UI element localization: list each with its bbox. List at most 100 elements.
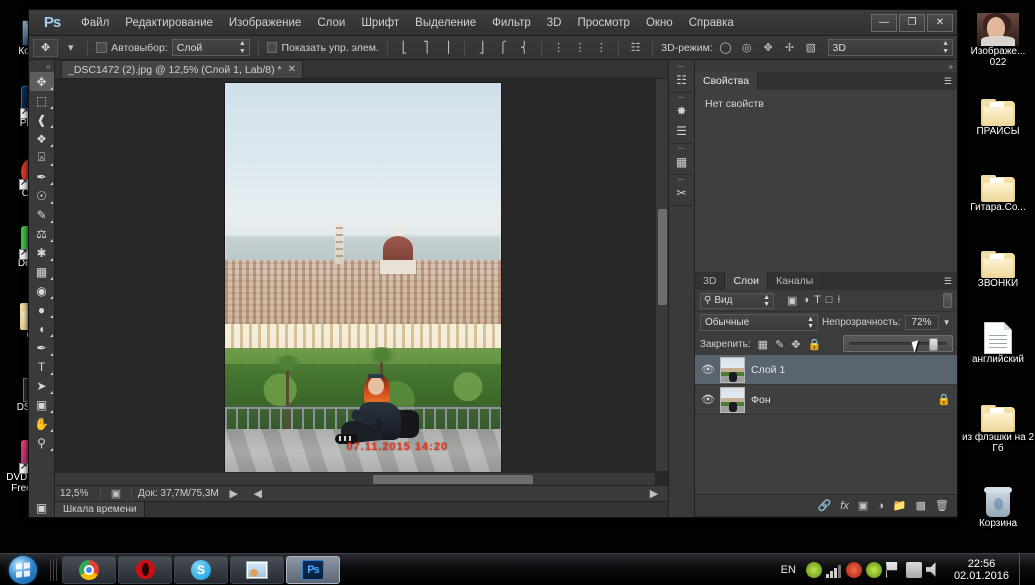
tool-preset-chevron-down-icon[interactable]: ▾	[62, 39, 79, 57]
tray-network-icon[interactable]	[825, 561, 842, 578]
opacity-slider-popup[interactable]	[843, 335, 953, 352]
menu-type[interactable]: Шрифт	[353, 13, 407, 33]
scrollbar-thumb[interactable]	[373, 475, 533, 484]
menu-select[interactable]: Выделение	[407, 13, 484, 33]
history-panel-icon[interactable]: ☷	[671, 70, 693, 90]
layer-thumbnail[interactable]	[720, 386, 745, 413]
tool-blur[interactable]: ●	[30, 300, 54, 319]
document-tab[interactable]: _DSC1472 (2).jpg @ 12,5% (Слой 1, Lab/8)…	[61, 60, 304, 78]
tool-history-brush[interactable]: ✱	[30, 243, 54, 262]
show-desktop-button[interactable]	[1019, 553, 1029, 585]
pixel-filter-icon[interactable]: ▣	[787, 294, 797, 307]
tray-shield-icon[interactable]	[865, 561, 882, 578]
status-play-icon[interactable]: ▶	[225, 485, 243, 503]
tray-eject-icon[interactable]	[905, 561, 922, 578]
lock-all-icon[interactable]: 🔒	[808, 338, 822, 351]
opacity-slider-knob[interactable]	[929, 338, 939, 351]
layer-visibility-eye-icon[interactable]: 👁	[701, 393, 715, 406]
workspace-dropdown[interactable]: 3D ▲ ▼	[827, 39, 954, 56]
menu-image[interactable]: Изображение	[221, 13, 309, 33]
distribute-right-icon[interactable]: ⋮	[593, 39, 610, 57]
close-button[interactable]: ✕	[927, 13, 953, 32]
tab-3d[interactable]: 3D	[695, 272, 726, 290]
brush-panel-icon[interactable]: ✸	[671, 101, 693, 121]
menu-window[interactable]: Окно	[638, 13, 681, 33]
tool-rectangle[interactable]: ▣	[30, 395, 54, 414]
tool-zoom[interactable]: ⚲	[30, 433, 54, 452]
taskbar-button-chrome[interactable]	[62, 555, 116, 584]
new-group-icon[interactable]: 📁	[893, 499, 907, 512]
layer-thumbnail[interactable]	[720, 356, 745, 383]
panel-menu-icon[interactable]: ☰	[939, 72, 957, 90]
brush-presets-panel-icon[interactable]: ☰	[671, 121, 693, 141]
canvas-image[interactable]: 07.11.2015 14:20	[224, 82, 502, 485]
actions-panel-icon[interactable]: ✂	[671, 183, 693, 203]
tool-crop[interactable]: ⍓	[30, 148, 54, 167]
tray-flag-icon[interactable]	[885, 561, 898, 578]
tray-antivirus-icon[interactable]	[845, 561, 862, 578]
tab-properties[interactable]: Свойства	[695, 72, 759, 90]
taskbar-button-photoshop[interactable]: Ps	[286, 555, 340, 584]
tab-layers[interactable]: Слои	[725, 272, 768, 290]
panel-menu-icon[interactable]: ☰	[939, 272, 957, 290]
tool-healing-brush[interactable]: ☉	[30, 186, 54, 205]
opacity-chevron-down-icon[interactable]: ▼	[943, 318, 951, 327]
desktop-icon-recycle-bin[interactable]: Корзина	[961, 478, 1035, 529]
table-row[interactable]: 👁 Слой 1	[695, 355, 957, 385]
type-filter-icon[interactable]: T	[814, 294, 821, 307]
menu-edit[interactable]: Редактирование	[117, 13, 221, 33]
tool-gradient[interactable]: ◉	[30, 281, 54, 300]
lock-position-icon[interactable]: ✥	[791, 338, 800, 351]
align-top-edges-icon[interactable]: ⎦	[473, 39, 490, 57]
layer-name[interactable]: Фон	[751, 394, 931, 406]
align-vertical-centers-icon[interactable]: ⎧	[494, 39, 511, 57]
desktop-icon-image022[interactable]: Изображе... 022	[961, 6, 1035, 68]
desktop-icon-calls[interactable]: ЗВОНКИ	[961, 238, 1035, 289]
tool-dodge[interactable]: ◖	[30, 319, 54, 338]
menu-view[interactable]: Просмотр	[569, 13, 638, 33]
desktop-icon-prices[interactable]: ПРАЙСЫ	[961, 86, 1035, 137]
opacity-value[interactable]: 72%	[904, 315, 939, 330]
canvas-horizontal-scrollbar[interactable]	[55, 472, 655, 485]
distribute-center-icon[interactable]: ⋮	[571, 39, 588, 57]
layer-style-icon[interactable]: fx	[840, 500, 849, 512]
autoselect-dropdown[interactable]: Слой ▲ ▼	[171, 39, 250, 56]
move-tool-icon[interactable]: ✥	[33, 38, 59, 57]
show-controls-checkbox[interactable]	[266, 42, 278, 53]
tray-language-indicator[interactable]: EN	[781, 564, 796, 576]
taskbar-button-photo-viewer[interactable]	[230, 555, 284, 584]
menu-filter[interactable]: Фильтр	[484, 13, 539, 33]
menu-file[interactable]: Файл	[73, 13, 117, 33]
tool-eyedropper[interactable]: ✒	[30, 167, 54, 186]
taskbar-button-skype[interactable]: S	[174, 555, 228, 584]
swatches-panel-icon[interactable]: ▦	[671, 152, 693, 172]
desktop-icon-english-doc[interactable]: английский	[961, 314, 1035, 365]
tab-channels[interactable]: Каналы	[768, 272, 823, 290]
panels-collapse-icon[interactable]: »	[695, 60, 957, 72]
minimize-button[interactable]: —	[871, 13, 897, 32]
align-bottom-edges-icon[interactable]: ⎨	[516, 39, 533, 57]
zoom-level[interactable]: 12,5%	[60, 488, 94, 499]
delete-layer-icon[interactable]: 🗑	[935, 499, 949, 512]
table-row[interactable]: 👁 Фон 🔒	[695, 385, 957, 415]
autoselect-checkbox[interactable]	[96, 42, 108, 53]
status-chevron-left-icon[interactable]: ◀	[249, 485, 267, 503]
canvas-viewport[interactable]: 07.11.2015 14:20	[55, 79, 668, 485]
layer-filter-toggle[interactable]	[943, 293, 952, 308]
scrollbar-thumb[interactable]	[658, 209, 667, 305]
opacity-slider-track[interactable]	[849, 338, 947, 351]
orbit-3d-icon[interactable]: ◯	[717, 39, 734, 57]
lock-image-icon[interactable]: ✎	[775, 338, 784, 351]
tool-hand[interactable]: ✋	[30, 414, 54, 433]
tool-type[interactable]: T	[30, 357, 54, 376]
menu-layers[interactable]: Слои	[309, 13, 353, 33]
layer-name[interactable]: Слой 1	[751, 364, 951, 376]
desktop-icon-flash-drive-folder[interactable]: из флэшки на 2 Гб	[961, 392, 1035, 454]
align-right-edges-icon[interactable]: ⎥	[439, 39, 456, 57]
status-chevron-right-icon[interactable]: ▶	[645, 485, 663, 503]
menu-3d[interactable]: 3D	[539, 13, 570, 33]
tool-marquee[interactable]: ⬚	[30, 91, 54, 110]
layer-mask-icon[interactable]: ▣	[858, 499, 868, 512]
menu-help[interactable]: Справка	[681, 13, 742, 33]
foreground-background-color-icon[interactable]: ▣	[30, 498, 54, 517]
